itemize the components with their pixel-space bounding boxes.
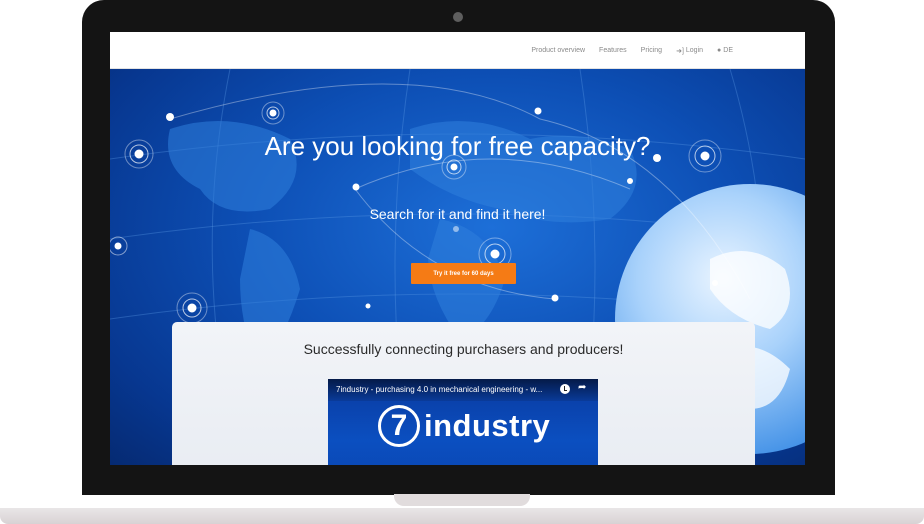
- top-navbar: Product overview Features Pricing ➜] Log…: [110, 32, 805, 69]
- watch-later-icon[interactable]: [560, 384, 570, 394]
- laptop-base: [0, 508, 924, 524]
- laptop-notch: [394, 494, 530, 506]
- nav-pricing[interactable]: Pricing: [641, 47, 662, 54]
- nav-product-overview[interactable]: Product overview: [531, 47, 585, 54]
- nav-menu: Product overview Features Pricing ➜] Log…: [531, 32, 733, 69]
- video-title[interactable]: 7industry - purchasing 4.0 in mechanical…: [336, 385, 542, 394]
- nav-login[interactable]: ➜] Login: [676, 47, 703, 55]
- logo-wordmark: industry: [424, 408, 551, 443]
- webcam-icon: [453, 12, 463, 22]
- card-heading: Successfully connecting purchasers and p…: [303, 341, 624, 357]
- globe-icon: ●: [717, 47, 722, 54]
- hero-section: Are you looking for free capacity? Searc…: [110, 69, 805, 465]
- logo-number-circle: 7: [378, 405, 420, 447]
- hero-title: Are you looking for free capacity?: [264, 131, 651, 161]
- nav-language-label: DE: [723, 47, 733, 54]
- nav-features[interactable]: Features: [599, 47, 627, 54]
- try-free-button[interactable]: Try it free for 60 days: [411, 263, 516, 284]
- nav-features-label: Features: [599, 47, 627, 54]
- nav-pricing-label: Pricing: [640, 47, 663, 54]
- video-player[interactable]: 7industry - purchasing 4.0 in mechanical…: [328, 379, 598, 465]
- nav-product-overview-label: Product overview: [531, 47, 586, 54]
- nav-language[interactable]: ● DE: [717, 47, 733, 54]
- hero-subtitle: Search for it and find it here!: [369, 206, 546, 222]
- screen: Product overview Features Pricing ➜] Log…: [110, 32, 805, 465]
- video-logo: 7 industry: [378, 405, 550, 447]
- sign-in-icon: ➜]: [676, 47, 684, 55]
- nav-login-label: Login: [685, 47, 704, 54]
- share-icon[interactable]: ➦: [578, 382, 586, 393]
- intro-card: Successfully connecting purchasers and p…: [172, 322, 755, 465]
